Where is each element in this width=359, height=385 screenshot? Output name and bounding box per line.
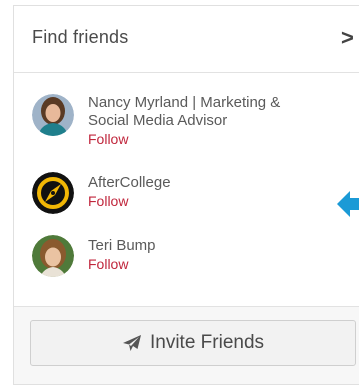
friend-name[interactable]: AfterCollege xyxy=(88,174,348,192)
friend-name-continued[interactable]: Social Media Advisor xyxy=(88,112,348,130)
follow-link[interactable]: Follow xyxy=(88,192,348,210)
avatar[interactable] xyxy=(32,94,74,136)
paper-plane-icon xyxy=(122,335,141,351)
list-item: Teri Bump Follow xyxy=(32,235,352,283)
friend-info: Nancy Myrland | Marketing & Social Media… xyxy=(88,94,348,148)
follow-link[interactable]: Follow xyxy=(88,130,348,148)
follow-link[interactable]: Follow xyxy=(88,255,348,273)
invite-button-label: Invite Friends xyxy=(149,332,265,353)
panel-header: Find friends > xyxy=(14,6,359,73)
friend-name[interactable]: Nancy Myrland | Marketing & xyxy=(88,94,348,112)
list-item: Nancy Myrland | Marketing & Social Media… xyxy=(32,94,352,156)
list-item: AfterCollege Follow xyxy=(32,172,352,220)
avatar[interactable] xyxy=(32,172,74,214)
find-friends-panel: Find friends > Nancy Myrland | Marketing… xyxy=(13,5,359,385)
arrow-left-icon xyxy=(337,191,359,217)
invite-button-content: Invite Friends xyxy=(31,321,355,365)
chevron-right-icon[interactable]: > xyxy=(341,25,354,51)
friend-name[interactable]: Teri Bump xyxy=(88,237,348,255)
friend-info: AfterCollege Follow xyxy=(88,174,348,210)
friend-suggestions-list: Nancy Myrland | Marketing & Social Media… xyxy=(14,73,359,307)
avatar[interactable] xyxy=(32,235,74,277)
panel-title: Find friends xyxy=(32,27,129,47)
invite-friends-button[interactable]: Invite Friends xyxy=(30,320,356,366)
friend-info: Teri Bump Follow xyxy=(88,237,348,273)
